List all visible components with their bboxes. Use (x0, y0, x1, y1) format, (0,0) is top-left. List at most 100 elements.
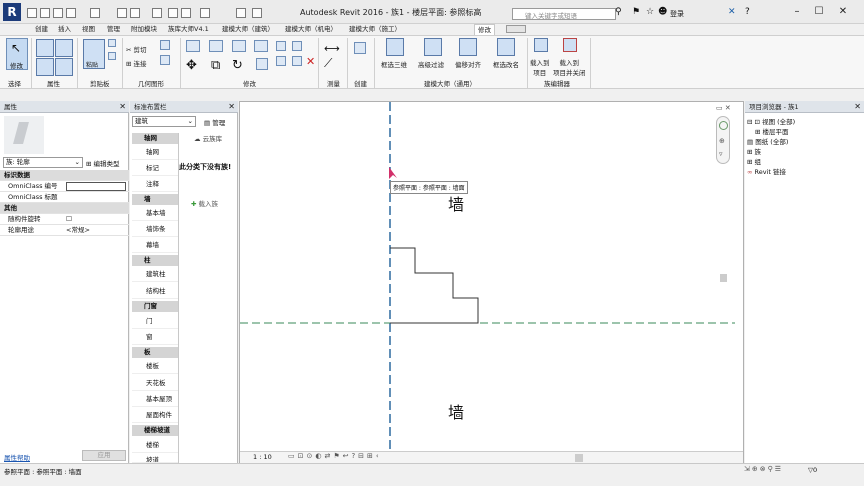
profile-sketch[interactable] (390, 247, 479, 324)
list-item[interactable]: 楼板 (132, 359, 178, 374)
exchange-apps-icon[interactable]: ✕ (728, 7, 736, 17)
edit-type-button[interactable]: ⊞ 编辑类型 (86, 158, 120, 168)
tree-node-views[interactable]: ⊟ ⊡ 视图 (全部) (747, 116, 795, 126)
steering-wheel-icon[interactable] (719, 121, 728, 130)
undo-icon[interactable] (66, 8, 76, 18)
tab-bim-mep[interactable]: 建模大师（机电） (285, 24, 337, 35)
close-icon[interactable]: ✕ (836, 6, 850, 18)
apply-button[interactable]: 应用 (82, 450, 126, 461)
tool-box-3d[interactable]: 框选三维 (381, 59, 407, 69)
zoom-icon[interactable]: ⊕ (719, 137, 725, 145)
list-item[interactable]: 结构柱 (132, 284, 178, 299)
category-door-window[interactable]: 门窗 (132, 301, 178, 312)
close-hidden-icon[interactable] (236, 8, 246, 18)
type-properties-icon[interactable] (55, 39, 73, 57)
sync-icon[interactable] (53, 8, 63, 18)
list-item[interactable]: 窗 (132, 330, 178, 345)
list-item[interactable]: 幕墙 (132, 238, 178, 253)
search-input[interactable]: 键入关键字或短语 (512, 8, 616, 20)
family-type-select[interactable]: 族: 轮廓 ⌄ (3, 157, 83, 168)
3d-view-icon[interactable] (181, 8, 191, 18)
selection-options-icons[interactable]: ⇲⊕⊗⚲☰ (744, 465, 783, 473)
paste-button[interactable]: 粘贴 (83, 39, 105, 69)
load-and-close-button[interactable]: 载入到 项目并关闭 (553, 57, 586, 77)
view-restore-icon[interactable]: ▭ ✕ (716, 104, 731, 112)
tab-insert[interactable]: 插入 (58, 24, 71, 35)
delete-icon[interactable]: ✕ (306, 55, 315, 68)
navigation-bar[interactable]: ⊕ ▿ (716, 116, 730, 164)
list-item[interactable]: 标记 (132, 161, 178, 176)
list-item[interactable]: 基本屋顶 (132, 392, 178, 407)
create-similar-icon[interactable] (354, 42, 366, 54)
tree-node-groups[interactable]: ⊞ 组 (747, 156, 761, 166)
tree-node-floor-plans[interactable]: ⊞ 楼层平面 (755, 126, 789, 136)
text-icon[interactable] (168, 8, 178, 18)
offset-icon[interactable] (209, 40, 223, 52)
tab-bim-arch[interactable]: 建模大师（建筑） (222, 24, 274, 35)
tree-node-revit-links[interactable]: ∞ Revit 链接 (747, 166, 786, 176)
tool-box-rename[interactable]: 框选改名 (493, 59, 519, 69)
mirror-draw-icon[interactable] (254, 40, 268, 52)
switch-windows-icon[interactable] (252, 8, 262, 18)
list-item[interactable]: 墙饰条 (132, 222, 178, 237)
list-item[interactable]: 轴网 (132, 145, 178, 160)
scrollbar-thumb[interactable] (720, 274, 727, 282)
tool-offset-align[interactable]: 偏移对齐 (455, 59, 481, 69)
help-icon[interactable]: ? (745, 7, 750, 17)
wall-join-icon[interactable] (160, 40, 170, 50)
list-item[interactable]: 屋面构件 (132, 408, 178, 423)
join-button[interactable]: ⊞ 连接 (126, 58, 147, 68)
tab-family-library[interactable]: 族库大师V4.1 (168, 24, 209, 35)
section-identity-data[interactable]: 标识数据 (0, 170, 129, 181)
rename-icon[interactable] (497, 38, 515, 56)
copy-icon[interactable] (108, 39, 116, 47)
subscription-icon[interactable]: ⚑ (632, 7, 640, 17)
list-item[interactable]: 门 (132, 314, 178, 329)
family-types-icon[interactable] (36, 58, 54, 76)
tree-node-sheets[interactable]: ▤ 图纸 (全部) (747, 136, 788, 146)
tree-node-families[interactable]: ⊞ 族 (747, 146, 761, 156)
load-and-close-icon[interactable] (563, 38, 577, 52)
view-control-icons[interactable]: ▭⊡⊙◐⇄⚑↩?⊟⊞‹ (288, 452, 382, 460)
tab-addins[interactable]: 附加模块 (131, 24, 157, 35)
cut-button[interactable]: ✂ 剪切 (126, 44, 147, 54)
mirror-axis-icon[interactable] (232, 40, 246, 52)
properties-icon[interactable] (36, 39, 54, 57)
properties-help-link[interactable]: 属性帮助 (4, 452, 30, 462)
redo-icon[interactable] (90, 8, 100, 18)
sign-in-link[interactable]: 登录 (670, 9, 684, 19)
load-family-button[interactable]: ✚ 载入族 (191, 198, 218, 208)
dimension-tool-icon[interactable]: ⟋ (324, 56, 332, 71)
close-icon[interactable]: ✕ (854, 101, 861, 113)
tool-advanced-filter[interactable]: 高级过滤 (418, 59, 444, 69)
pin-icon[interactable] (292, 56, 302, 66)
binoculars-icon[interactable]: ⚲ (615, 7, 622, 17)
tab-view[interactable]: 视图 (82, 24, 95, 35)
tab-bim-construction[interactable]: 建模大师（施工） (349, 24, 401, 35)
manage-button[interactable]: ▤ 管理 (204, 117, 225, 127)
discipline-select[interactable]: 建筑 ⌄ (132, 116, 196, 127)
save-icon[interactable] (40, 8, 50, 18)
measure-icon[interactable] (130, 8, 140, 18)
rotate-checkbox[interactable]: ☐ (66, 214, 72, 225)
load-into-project-button[interactable]: 载入到 项目 (530, 57, 550, 77)
offset-align-icon[interactable] (459, 38, 477, 56)
list-item[interactable]: 基本墙 (132, 206, 178, 221)
family-category-icon[interactable] (55, 58, 73, 76)
split-icon[interactable] (276, 41, 286, 51)
section-other[interactable]: 其他 (0, 203, 129, 214)
scale-icon[interactable] (276, 56, 286, 66)
dimension-icon[interactable] (152, 8, 162, 18)
list-item[interactable]: 坡道 (132, 453, 178, 463)
category-wall[interactable]: 墙 (132, 194, 178, 205)
favorites-icon[interactable]: ☆ (646, 7, 654, 17)
omniclass-number-field[interactable] (66, 182, 126, 191)
zoom-region-icon[interactable]: ▿ (719, 150, 723, 158)
list-item[interactable]: 天花板 (132, 376, 178, 391)
revit-logo-icon[interactable]: R (3, 3, 21, 21)
move-icon[interactable]: ✥ (186, 58, 197, 73)
list-item[interactable]: 楼梯 (132, 438, 178, 453)
category-stair-ramp[interactable]: 楼梯坡道 (132, 425, 178, 436)
category-grid[interactable]: 轴网 (132, 133, 178, 144)
match-type-icon[interactable] (108, 52, 116, 60)
